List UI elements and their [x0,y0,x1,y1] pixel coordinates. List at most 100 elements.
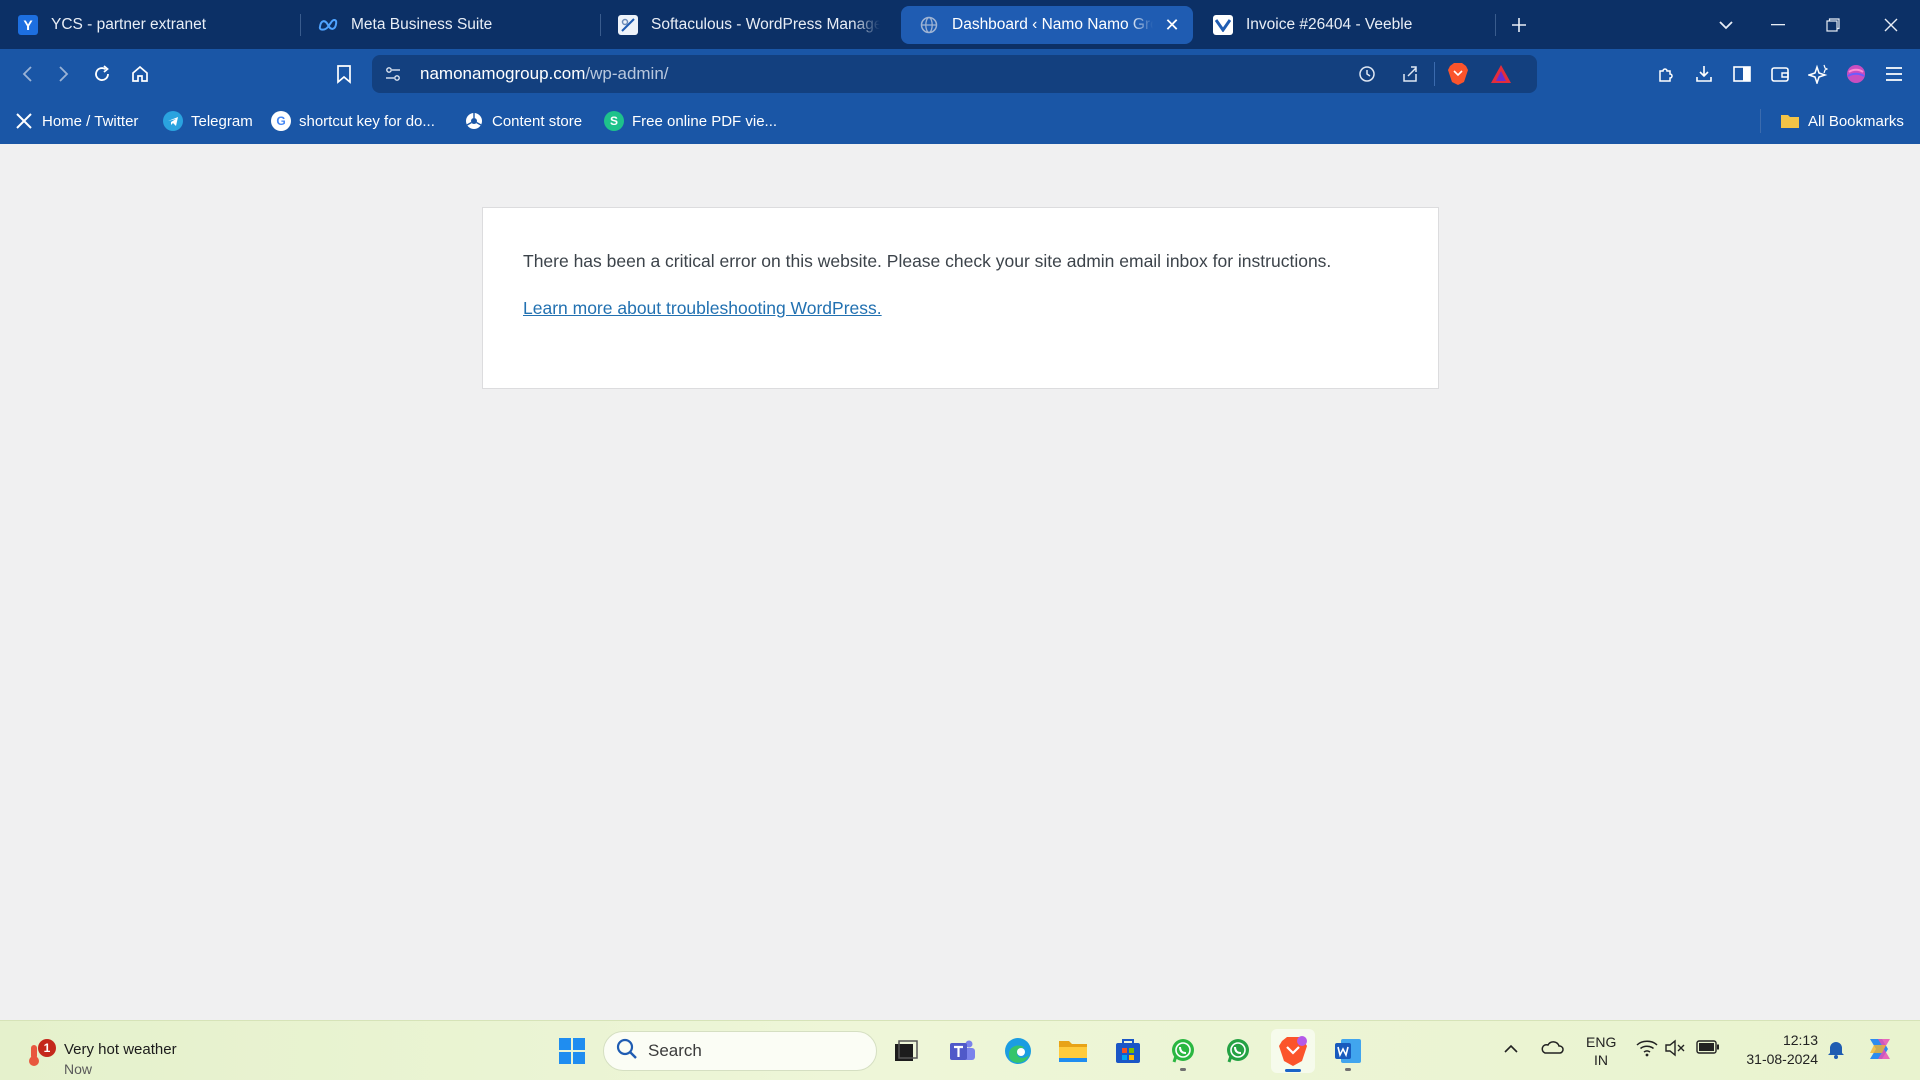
ycs-favicon: Y [18,15,38,35]
minimize-icon[interactable] [1755,0,1801,49]
clock-date: 31-08-2024 [1746,1051,1818,1067]
browser-toolbar: namonamogroup.com/wp-admin/ [0,49,1920,99]
bookmarks-divider [1760,109,1761,133]
tab-strip: Y YCS - partner extranet Meta Business S… [0,0,1920,49]
whatsapp-business-icon[interactable] [1216,1029,1260,1073]
bookmark-label: Content store [492,112,583,130]
url-divider [1434,62,1435,86]
tab-title: Dashboard ‹ Namo Namo Grou [952,16,1153,33]
brave-browser-icon[interactable] [1271,1029,1315,1073]
reload-icon[interactable] [85,58,119,90]
extensions-icon[interactable] [1649,58,1683,90]
s-icon: S [604,111,624,131]
page-content: There has been a critical error on this … [0,144,1920,1020]
show-hidden-icons-chevron-icon[interactable] [1503,1041,1519,1057]
url-domain: namonamogroup.com [420,64,586,83]
tab-search-chevron-icon[interactable] [1703,0,1749,49]
word-icon[interactable] [1326,1029,1370,1073]
clock-time: 12:13 [1782,1032,1818,1048]
history-icon[interactable] [1357,64,1377,89]
bookmark-shortcut-key[interactable]: G shortcut key for do... [271,109,435,133]
bookmark-label: Free online PDF vie... [632,112,778,130]
url-path: /wp-admin/ [585,64,669,83]
x-icon [14,111,34,131]
wifi-icon[interactable] [1636,1039,1658,1060]
leo-ai-icon[interactable] [1801,58,1835,90]
address-bar[interactable]: namonamogroup.com/wp-admin/ [372,55,1537,93]
bookmark-label: shortcut key for do... [299,112,435,130]
chrome-web-store-icon [464,111,484,131]
tab-dashboard[interactable]: Dashboard ‹ Namo Namo Grou ✕ [901,6,1193,44]
battery-icon[interactable] [1696,1040,1720,1057]
site-settings-icon[interactable] [384,65,402,88]
weather-alert-badge: 1 [38,1039,56,1057]
telegram-icon [163,111,183,131]
copilot-icon[interactable] [1864,1033,1896,1068]
brave-shields-icon[interactable] [1447,62,1469,91]
bookmark-home-twitter[interactable]: Home / Twitter [14,109,138,133]
clock[interactable]: 12:13 31-08-2024 [1734,1031,1818,1069]
volume-muted-icon[interactable] [1664,1039,1686,1060]
menu-icon[interactable] [1877,58,1911,90]
bookmark-telegram[interactable]: Telegram [163,109,253,133]
forward-icon[interactable] [47,58,81,90]
tab-meta-business-suite[interactable]: Meta Business Suite [300,6,600,44]
brave-rewards-icon[interactable] [1490,64,1512,89]
microsoft-store-icon[interactable] [1106,1029,1150,1073]
weather-widget[interactable]: 1 Very hot weather Now [22,1031,192,1077]
start-button[interactable] [550,1029,594,1073]
taskbar-search[interactable]: Search [603,1031,877,1071]
sidebar-icon[interactable] [1725,58,1759,90]
veeble-favicon [1213,15,1233,35]
notification-bell-icon[interactable] [1827,1039,1845,1062]
url-text[interactable]: namonamogroup.com/wp-admin/ [420,64,669,84]
language-bottom: IN [1594,1052,1608,1068]
search-label: Search [648,1041,702,1060]
downloads-icon[interactable] [1687,58,1721,90]
folder-icon [1780,111,1800,131]
globe-favicon [919,15,939,35]
back-icon[interactable] [10,58,44,90]
bookmark-page-icon[interactable] [327,58,361,90]
task-view-icon[interactable] [884,1029,928,1073]
new-tab-icon[interactable] [1496,0,1542,49]
language-top: ENG [1586,1034,1617,1050]
softaculous-favicon [618,15,638,35]
restore-icon[interactable] [1810,0,1856,49]
all-bookmarks-button[interactable]: All Bookmarks [1780,109,1904,133]
critical-error-message: There has been a critical error on this … [523,251,1332,271]
tab-title: Meta Business Suite [351,16,493,33]
teams-icon[interactable] [940,1029,984,1073]
bookmarks-bar: Home / Twitter Telegram G shortcut key f… [0,99,1920,144]
close-tab-icon[interactable]: ✕ [1161,14,1183,36]
tab-title: Softaculous - WordPress Manageme [651,16,880,33]
error-box: There has been a critical error on this … [482,207,1439,389]
file-explorer-icon[interactable] [1051,1029,1095,1073]
weather-title: Very hot weather [64,1041,177,1058]
whatsapp-icon[interactable] [1161,1029,1205,1073]
google-icon: G [271,111,291,131]
taskbar: 1 Very hot weather Now Search ENG IN 12:… [0,1020,1920,1080]
onedrive-icon[interactable] [1540,1039,1564,1058]
tab-title: Invoice #26404 - Veeble [1246,16,1413,33]
home-icon[interactable] [123,58,157,90]
tab-ycs[interactable]: Y YCS - partner extranet [0,6,300,44]
troubleshooting-link[interactable]: Learn more about troubleshooting WordPre… [523,298,882,319]
vpn-icon[interactable] [1839,58,1873,90]
bookmark-pdf-viewer[interactable]: S Free online PDF vie... [604,109,777,133]
share-icon[interactable] [1400,64,1420,89]
weather-subtitle: Now [64,1061,93,1077]
tab-title: YCS - partner extranet [51,16,207,33]
search-icon [616,1038,638,1065]
tab-softaculous[interactable]: Softaculous - WordPress Manageme [600,6,890,44]
language-indicator[interactable]: ENG IN [1586,1033,1616,1069]
edge-icon[interactable] [996,1029,1040,1073]
bookmark-content-store[interactable]: Content store [464,109,582,133]
bookmark-label: Home / Twitter [42,112,139,130]
meta-favicon [318,15,338,35]
all-bookmarks-label: All Bookmarks [1808,112,1904,130]
close-window-icon[interactable] [1868,0,1914,49]
wallet-icon[interactable] [1763,58,1797,90]
tab-invoice-veeble[interactable]: Invoice #26404 - Veeble [1195,6,1495,44]
bookmark-label: Telegram [191,112,253,130]
